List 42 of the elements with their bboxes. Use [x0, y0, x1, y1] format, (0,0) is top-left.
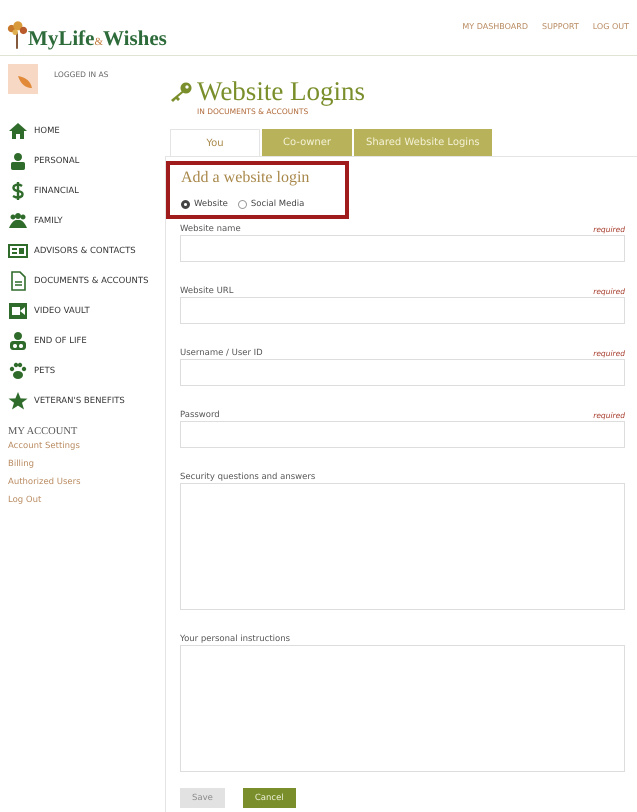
field-label: Website name	[180, 224, 241, 235]
field-label: Website URL	[180, 286, 234, 297]
page-title: Website Logins	[197, 78, 366, 105]
paw-icon	[8, 361, 28, 381]
sidebar-item[interactable]: VETERAN'S BENEFITS	[8, 386, 165, 416]
video-icon	[8, 301, 28, 321]
sidebar-item[interactable]: HOME	[8, 116, 165, 146]
field-label: Username / User ID	[180, 348, 263, 359]
sidebar-item[interactable]: END OF LIFE	[8, 326, 165, 356]
field-label: Your personal instructions	[180, 634, 290, 645]
input-field[interactable]	[180, 359, 625, 386]
sidebar-item[interactable]: PETS	[8, 356, 165, 386]
person-icon	[8, 151, 28, 171]
star-icon	[8, 391, 28, 411]
radio-button[interactable]	[238, 200, 247, 208]
sidebar-item[interactable]: ADVISORS & CONTACTS	[8, 236, 165, 266]
radio-option[interactable]: Social Media	[238, 199, 304, 209]
sidebar-item[interactable]: FINANCIAL	[8, 176, 165, 206]
form-heading: Add a website login	[181, 169, 310, 187]
field-label: Security questions and answers	[180, 472, 316, 483]
text-area[interactable]	[180, 645, 625, 772]
text-area[interactable]	[180, 483, 625, 610]
radio-option[interactable]: Website	[181, 199, 228, 209]
leaf-avatar-icon	[8, 64, 38, 94]
input-field[interactable]	[180, 297, 625, 324]
account-heading: MY ACCOUNT	[8, 426, 78, 437]
tab[interactable]: You	[170, 129, 260, 156]
sidebar-item[interactable]: FAMILY	[8, 206, 165, 236]
home-icon	[8, 121, 28, 141]
family-icon	[8, 211, 28, 231]
input-field[interactable]	[180, 235, 625, 262]
sidebar-item[interactable]: PERSONAL	[8, 146, 165, 176]
key-icon	[169, 82, 193, 102]
radio-button[interactable]	[181, 200, 190, 208]
doc-icon	[8, 271, 28, 291]
sidebar-item[interactable]: DOCUMENTS & ACCOUNTS	[8, 266, 165, 296]
card-icon	[8, 241, 28, 261]
sidebar-item[interactable]: VIDEO VAULT	[8, 296, 165, 326]
field-label: Password	[180, 410, 220, 421]
logo-text[interactable]: MyLife&Wishes	[28, 28, 167, 49]
tree-icon	[6, 21, 28, 49]
input-field[interactable]	[180, 421, 625, 448]
